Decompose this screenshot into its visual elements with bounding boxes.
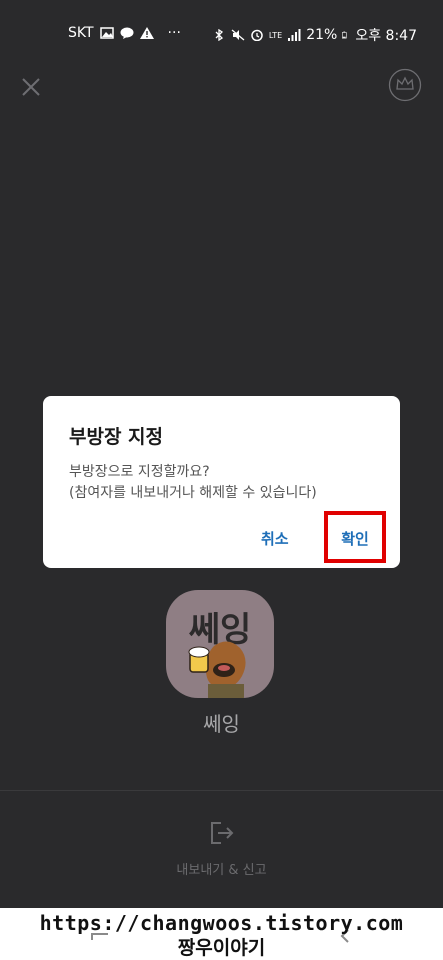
network-type-label: LTE <box>268 30 283 40</box>
status-bar-right: LTE 21% 오후 8:47 <box>212 25 417 45</box>
status-bar-left: SKT ··· <box>68 25 181 41</box>
divider <box>0 790 443 791</box>
bottom-nav-area: https://changwoos.tistory.com 짱우이야기 <box>0 908 443 960</box>
exit-icon <box>211 822 234 844</box>
signal-icon <box>288 29 301 41</box>
kick-report-label: 내보내기 & 신고 <box>176 863 267 878</box>
battery-icon <box>342 31 347 39</box>
more-notifications-icon: ··· <box>167 25 181 41</box>
warning-icon <box>139 27 154 39</box>
assign-subhost-dialog: 부방장 지정 부방장으로 지정할까요? (참여자를 내보내거나 해제할 수 있습… <box>43 396 400 568</box>
watermark-name: 짱우이야기 <box>177 937 266 959</box>
profile-name: 쎄잉 <box>203 712 240 736</box>
confirm-button[interactable]: 확인 <box>328 528 382 549</box>
dialog-message-line2: (참여자를 내보내거나 해제할 수 있습니다) <box>69 485 317 501</box>
clock: 오후 8:47 <box>355 28 417 44</box>
carrier-label: SKT <box>68 25 94 41</box>
crown-icon[interactable] <box>388 68 422 102</box>
character-icon <box>188 641 246 698</box>
close-icon[interactable] <box>18 74 44 100</box>
dialog-message-line1: 부방장으로 지정할까요? <box>69 464 210 480</box>
image-notification-icon <box>99 27 114 39</box>
dialog-title: 부방장 지정 <box>69 426 164 448</box>
confirm-highlight-box: 확인 <box>324 511 386 563</box>
battery-percent: 21% <box>306 27 338 43</box>
profile-top-bar <box>0 64 443 108</box>
mute-icon <box>231 29 245 41</box>
alarm-icon <box>251 29 263 41</box>
bluetooth-icon <box>215 29 223 41</box>
cancel-button[interactable]: 취소 <box>261 528 289 549</box>
talk-notification-icon <box>120 27 134 39</box>
watermark-url: https://changwoos.tistory.com <box>39 911 404 935</box>
avatar: 쎄잉 <box>166 590 274 698</box>
status-bar: SKT ··· LTE 21% 오후 8:47 <box>0 0 443 64</box>
dialog-message: 부방장으로 지정할까요? (참여자를 내보내거나 해제할 수 있습니다) <box>69 462 389 504</box>
